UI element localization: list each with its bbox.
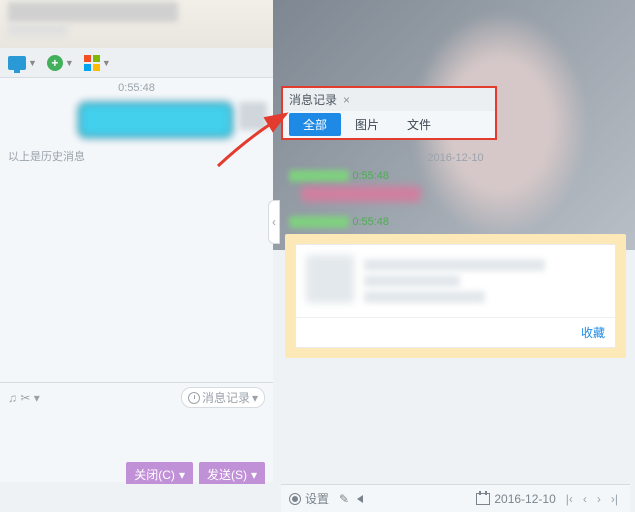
history-footer: 设置 ✎ 2016-12-10 |‹ ‹ › ›| bbox=[281, 484, 630, 512]
history-message: 0:55:48 bbox=[281, 166, 630, 212]
settings-label[interactable]: 设置 bbox=[305, 490, 329, 507]
message-log-header: 消息记录 × bbox=[283, 88, 495, 111]
input-tools-icons[interactable]: ♫ ✂ ▾ bbox=[8, 391, 40, 405]
sender-name-blur bbox=[289, 216, 349, 228]
footer-date: 2016-12-10 bbox=[494, 492, 555, 506]
avatar bbox=[239, 102, 267, 130]
chevron-down-icon: ▼ bbox=[28, 58, 37, 68]
shared-contact-card[interactable]: 收藏 bbox=[295, 244, 616, 348]
close-icon[interactable]: × bbox=[343, 93, 350, 107]
window-bottom-left bbox=[0, 484, 273, 512]
add-button[interactable]: + ▼ bbox=[43, 53, 78, 73]
pager-nav: |‹ ‹ › ›| bbox=[562, 492, 622, 506]
message-input[interactable] bbox=[0, 412, 273, 462]
favorite-link[interactable]: 收藏 bbox=[581, 326, 605, 340]
collapse-handle[interactable]: ‹ bbox=[268, 200, 280, 244]
shared-card-container: 收藏 bbox=[285, 234, 626, 358]
chat-input-footer: ♫ ✂ ▾ 消息记录 ▾ 关闭(C) ▾ 发送(S) ▾ bbox=[0, 382, 273, 482]
history-toggle-label: 消息记录 bbox=[202, 389, 250, 406]
card-details-blur bbox=[364, 255, 605, 307]
history-date: 2016-12-10 bbox=[281, 150, 630, 166]
nav-prev[interactable]: ‹ bbox=[579, 492, 591, 506]
tab-all[interactable]: 全部 bbox=[289, 113, 341, 136]
history-list: 2016-12-10 0:55:48 0:55:48 bbox=[281, 150, 630, 482]
chevron-left-icon: ‹ bbox=[272, 215, 276, 229]
message-log-panel: 消息记录 × 全部 图片 文件 bbox=[281, 86, 497, 140]
chevron-down-icon: ▼ bbox=[65, 58, 74, 68]
screen-share-button[interactable]: ▼ bbox=[4, 54, 41, 72]
history-message: 0:55:48 bbox=[281, 212, 630, 230]
nav-first[interactable]: |‹ bbox=[562, 492, 577, 506]
calendar-icon bbox=[476, 493, 490, 505]
outgoing-bubble-blur bbox=[78, 102, 233, 138]
tab-images[interactable]: 图片 bbox=[341, 113, 393, 136]
chevron-down-icon: ▾ bbox=[179, 468, 185, 482]
contact-name-blur bbox=[8, 2, 178, 22]
speaker-icon[interactable] bbox=[357, 495, 363, 503]
nav-next[interactable]: › bbox=[593, 492, 605, 506]
history-toggle-button[interactable]: 消息记录 ▾ bbox=[181, 387, 265, 408]
chat-message-row bbox=[0, 98, 273, 142]
sender-name-blur bbox=[289, 170, 349, 182]
history-divider-note: 以上是历史消息 bbox=[0, 142, 273, 170]
date-picker[interactable]: 2016-12-10 bbox=[476, 492, 555, 506]
gear-icon[interactable] bbox=[289, 493, 301, 505]
chevron-down-icon: ▼ bbox=[102, 58, 111, 68]
message-time: 0:55:48 bbox=[352, 170, 389, 182]
tab-files[interactable]: 文件 bbox=[393, 113, 445, 136]
message-log-tabs: 全部 图片 文件 bbox=[283, 111, 495, 138]
plus-icon: + bbox=[47, 55, 63, 71]
clock-icon bbox=[188, 392, 200, 404]
avatar bbox=[306, 255, 354, 303]
message-body-blur bbox=[301, 186, 421, 202]
chevron-down-icon: ▾ bbox=[252, 391, 258, 405]
chevron-down-icon: ▾ bbox=[251, 468, 257, 482]
nav-last[interactable]: ›| bbox=[607, 492, 622, 506]
apps-button[interactable]: ▼ bbox=[80, 53, 115, 73]
message-time: 0:55:48 bbox=[352, 216, 389, 228]
apps-grid-icon bbox=[84, 55, 100, 71]
contact-sub-blur bbox=[8, 24, 68, 36]
monitor-icon bbox=[8, 56, 26, 70]
message-log-title: 消息记录 bbox=[289, 91, 337, 108]
chat-timestamp: 0:55:48 bbox=[0, 78, 273, 98]
